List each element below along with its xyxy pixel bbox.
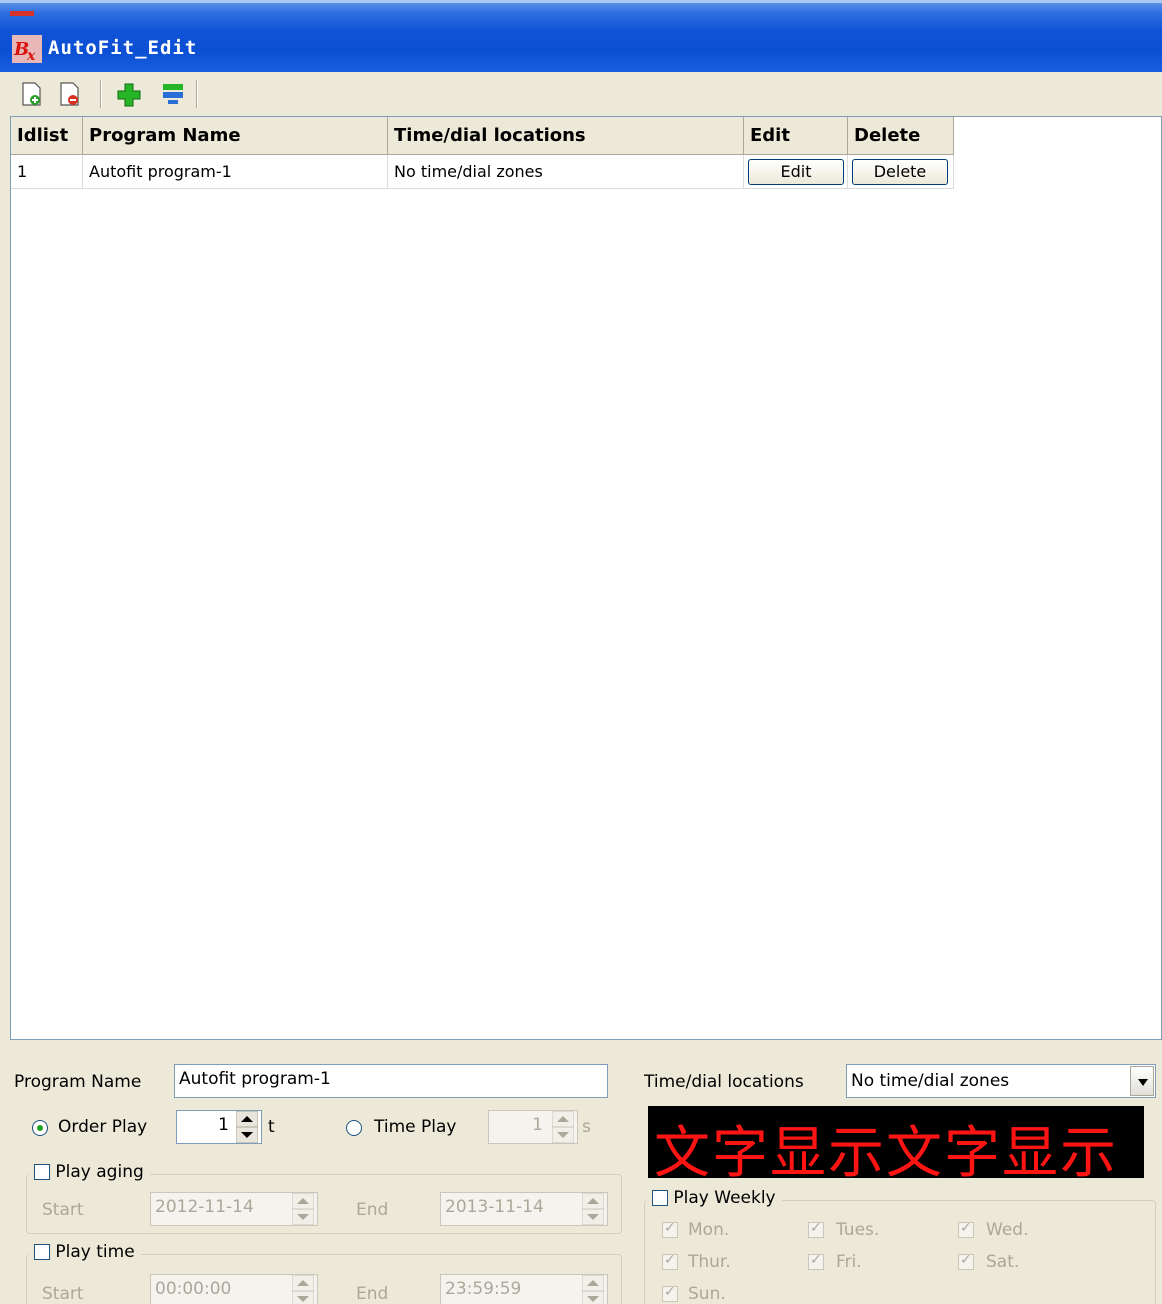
app-icon: B x [12,35,42,63]
table-row[interactable]: 1 Autofit program-1 No time/dial zones E… [11,155,954,189]
aging-end-spinner[interactable] [582,1193,604,1225]
delete-file-icon[interactable] [58,80,84,108]
edit-button[interactable]: Edit [748,159,844,185]
window-title: AutoFit_Edit [48,37,198,59]
new-file-icon[interactable] [20,80,46,108]
time-play-label: Time Play [374,1117,457,1137]
toolbar [0,72,1162,116]
delete-button[interactable]: Delete [852,159,948,185]
thursday-label: Thur. [688,1252,731,1272]
toolbar-separator [196,80,198,108]
program-name-label: Program Name [14,1072,142,1092]
time-start-spinner[interactable] [292,1275,314,1304]
program-grid[interactable]: Idlist Program Name Time/dial locations … [10,116,1162,1040]
led-preview: 文字显示文字显示 [648,1106,1144,1178]
time-play-radio[interactable] [346,1120,362,1136]
aging-start-spinner[interactable] [292,1193,314,1225]
title-bar: B x AutoFit_Edit [0,0,1162,72]
column-header-time-dial[interactable]: Time/dial locations [388,117,744,155]
column-header-idlist[interactable]: Idlist [11,117,83,155]
monday-checkbox[interactable] [662,1220,678,1238]
tuesday-checkbox[interactable] [808,1220,824,1238]
program-name-input[interactable]: Autofit program-1 [174,1064,608,1098]
time-play-unit: s [582,1117,591,1137]
order-play-spinner[interactable] [236,1111,258,1143]
wednesday-checkbox[interactable] [958,1220,974,1238]
svg-text:x: x [26,48,36,63]
aging-start-label: Start [42,1200,84,1220]
toolbar-separator [100,80,102,108]
sunday-checkbox[interactable] [662,1284,678,1302]
sunday-label: Sun. [688,1284,726,1304]
cell-delete: Delete [848,155,954,189]
order-play-unit: t [268,1117,275,1137]
order-play-label: Order Play [58,1117,148,1137]
cell-time-dial: No time/dial zones [388,155,744,189]
play-weekly-label: Play Weekly [673,1188,776,1208]
time-play-spinner[interactable] [552,1111,574,1143]
thursday-checkbox[interactable] [662,1252,678,1270]
title-bar-accent [10,11,34,16]
cell-program-name: Autofit program-1 [83,155,388,189]
time-end-label: End [356,1284,389,1304]
time-start-label: Start [42,1284,84,1304]
time-dial-select[interactable]: No time/dial zones [846,1064,1156,1098]
friday-label: Fri. [836,1252,862,1272]
chevron-down-icon[interactable] [1130,1066,1154,1096]
wednesday-label: Wed. [986,1220,1029,1240]
play-weekly-legend: Play Weekly [646,1188,782,1214]
column-header-edit[interactable]: Edit [744,117,848,155]
saturday-label: Sat. [986,1252,1020,1272]
grid-header: Idlist Program Name Time/dial locations … [11,117,954,155]
play-time-checkbox[interactable] [34,1244,50,1260]
edit-icon[interactable] [160,80,186,108]
time-end-spinner[interactable] [582,1275,604,1304]
time-dial-select-value: No time/dial zones [851,1071,1010,1091]
column-header-program-name[interactable]: Program Name [83,117,388,155]
play-aging-legend: Play aging [28,1162,150,1188]
play-aging-label: Play aging [55,1162,144,1182]
column-header-delete[interactable]: Delete [848,117,954,155]
monday-label: Mon. [688,1220,730,1240]
led-preview-text: 文字显示文字显示 [654,1121,1118,1178]
friday-checkbox[interactable] [808,1252,824,1270]
cell-idlist: 1 [11,155,83,189]
saturday-checkbox[interactable] [958,1252,974,1270]
play-time-label: Play time [55,1242,135,1262]
order-play-radio[interactable] [32,1120,48,1136]
time-dial-label: Time/dial locations [644,1072,804,1092]
cell-edit: Edit [744,155,848,189]
play-weekly-checkbox[interactable] [652,1190,668,1206]
play-time-legend: Play time [28,1242,141,1268]
aging-end-label: End [356,1200,389,1220]
play-aging-checkbox[interactable] [34,1164,50,1180]
tuesday-label: Tues. [836,1220,880,1240]
add-icon[interactable] [116,80,142,108]
